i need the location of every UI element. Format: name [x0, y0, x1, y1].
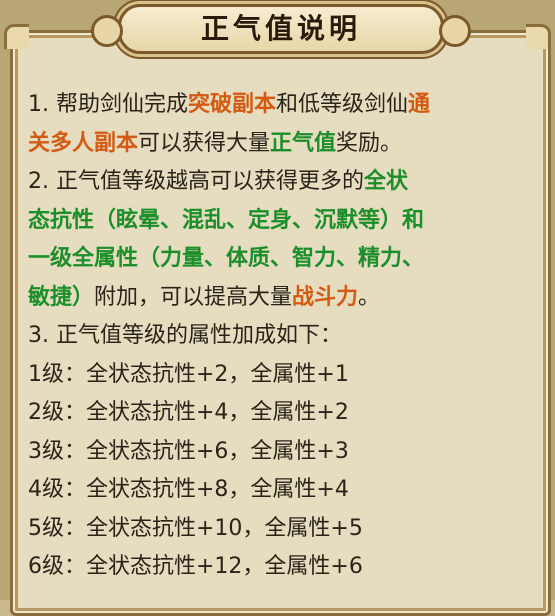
- item2-line2: 态抗性（眩晕、混乱、定身、沉默等）和: [28, 202, 533, 241]
- highlight-all-attributes: 一级全属性: [28, 246, 139, 271]
- corner-ornament-left: [4, 24, 29, 49]
- highlight-combat-power: 战斗力: [292, 284, 359, 310]
- item1-line1: 1. 帮助剑仙完成突破副本和低等级剑仙通: [28, 86, 533, 125]
- item2-text-end: 。: [358, 284, 381, 310]
- item1-text-suffix: 可以获得大量: [138, 130, 271, 156]
- highlight-all-resist-b: 态抗性: [28, 207, 95, 233]
- attribute-list: （力量、体质、智力、精力、: [138, 246, 425, 271]
- item2-line1: 2. 正气值等级越高可以获得更多的全状: [28, 163, 533, 202]
- item3-line: 3. 正气值等级的属性加成如下：: [28, 323, 342, 348]
- highlight-all-resist-a: 全状: [364, 169, 409, 194]
- dialog-title: 正气值说明: [200, 12, 361, 45]
- title-plaque: 正气值说明: [91, 4, 471, 54]
- highlight-multiplayer-dungeon-a: 通: [408, 92, 431, 117]
- plaque-ornament-right: [439, 15, 471, 47]
- level-row: 2级：全状态抗性+4，全属性+2: [28, 400, 349, 425]
- item2-text-mid: 附加，可以提高大量: [94, 284, 293, 310]
- item2-line4: 敏捷）附加，可以提高大量战斗力。: [28, 279, 533, 318]
- highlight-righteous-value: 正气值: [270, 130, 337, 156]
- resist-list: （眩晕、混乱、定身、沉默等）和: [94, 207, 425, 233]
- item2-line3: 一级全属性（力量、体质、智力、精力、: [28, 240, 533, 279]
- item1-line2: 关多人副本可以获得大量正气值奖励。: [28, 125, 533, 164]
- description-content: 1. 帮助剑仙完成突破副本和低等级剑仙通 关多人副本可以获得大量正气值奖励。 2…: [28, 86, 533, 587]
- plaque-ornament-left: [91, 15, 123, 47]
- level-row: 4级：全状态抗性+8，全属性+4: [28, 477, 349, 502]
- highlight-multiplayer-dungeon-b: 关多人副本: [28, 130, 139, 156]
- level-row: 6级：全状态抗性+12，全属性+6: [28, 554, 363, 579]
- level-row: 3级：全状态抗性+6，全属性+3: [28, 438, 349, 464]
- level-row: 5级：全状态抗性+10，全属性+5: [28, 515, 363, 541]
- item1-text-mid: 和低等级剑仙: [276, 92, 409, 117]
- attribute-list-end: 敏捷）: [28, 284, 95, 310]
- item1-text-end: 奖励。: [336, 130, 403, 156]
- item2-text: 2. 正气值等级越高可以获得更多的: [28, 169, 364, 194]
- level-row: 1级：全状态抗性+2，全属性+1: [28, 361, 349, 387]
- corner-ornament-right: [526, 24, 551, 49]
- item1-text: 1. 帮助剑仙完成: [28, 92, 188, 117]
- highlight-breakthrough-dungeon: 突破副本: [187, 92, 276, 117]
